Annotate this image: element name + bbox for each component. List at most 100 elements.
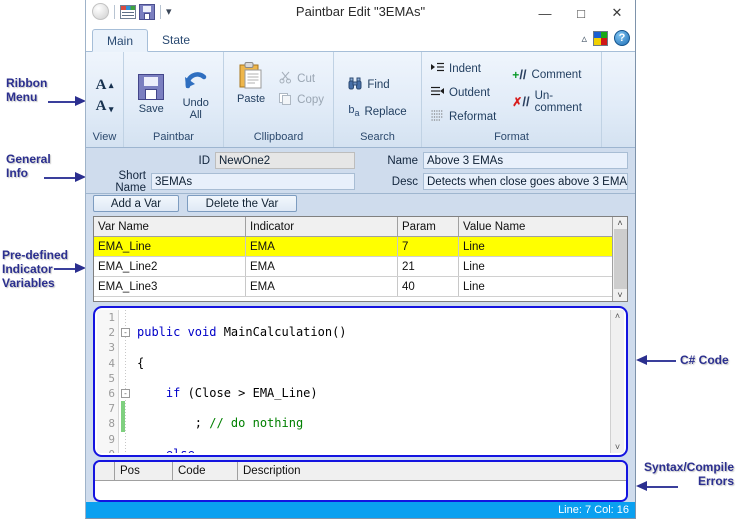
table-row[interactable]: EMA_Line EMA 7 Line [94, 237, 612, 257]
maximize-button[interactable]: □ [563, 0, 599, 26]
column-header-var-name[interactable]: Var Name [94, 217, 246, 236]
tab-state[interactable]: State [148, 28, 204, 51]
uncomment-button-label: Un-comment [534, 89, 582, 114]
paste-button[interactable]: Paste [230, 58, 272, 105]
save-button-label: Save [138, 102, 164, 115]
replace-icon: ba [348, 104, 360, 119]
collapse-ribbon-icon[interactable]: ▵ [581, 32, 587, 45]
indent-button[interactable]: Indent [428, 58, 499, 79]
undo-icon [182, 68, 210, 94]
code-scroll-down-icon[interactable]: ˅ [615, 441, 620, 453]
general-info-panel: ID NewOne2 Name Above 3 EMAs Short Name … [86, 148, 635, 194]
close-button[interactable]: ✕ [599, 0, 635, 26]
copy-button[interactable]: Copy [276, 89, 327, 110]
error-column-header-pos[interactable]: Pos [115, 462, 173, 480]
find-button-label: Find [367, 78, 390, 91]
line-number: 2 [108, 326, 115, 340]
ribbon-group-label-clipboard: Cllipboard [253, 131, 304, 143]
line-number: 4 [108, 356, 115, 370]
code-text-area[interactable]: public void MainCalculation() { if (Clos… [132, 310, 610, 453]
short-name-field[interactable]: 3EMAs [151, 173, 355, 190]
table-scrollbar[interactable]: ˄ ˅ [612, 217, 627, 301]
short-name-label: Short Name [115, 169, 146, 194]
column-header-value-name[interactable]: Value Name [459, 217, 612, 236]
code-scrollbar[interactable]: ˄ ˅ [610, 310, 624, 453]
line-number: 8 [108, 417, 115, 431]
cell-var-name: EMA_Line3 [94, 277, 246, 296]
fold-toggle[interactable]: - [121, 389, 130, 398]
add-var-button[interactable]: Add a Var [93, 195, 179, 212]
errors-header-row: Pos Code Description [95, 462, 626, 481]
line-number: 9 [108, 432, 115, 446]
find-button[interactable]: Find [345, 74, 409, 95]
code-fold-column[interactable]: - - [119, 310, 132, 453]
undo-all-button[interactable]: Undo All [175, 64, 218, 121]
errors-list-body[interactable] [95, 481, 626, 500]
cell-param: 7 [398, 237, 459, 256]
status-bar: Line: 7 Col: 16 [86, 502, 635, 518]
title-bar: ▾ Paintbar Edit "3EMAs" — □ ✕ [86, 0, 635, 28]
uncomment-button[interactable]: ✗// Un-comment [509, 89, 595, 114]
name-field[interactable]: Above 3 EMAs [423, 152, 628, 169]
tab-main[interactable]: Main [92, 29, 149, 52]
comment-button[interactable]: +// Comment [509, 64, 595, 85]
ribbon-group-search: Find ba Replace Search [334, 52, 422, 147]
code-line: ; // do nothing [137, 416, 304, 431]
save-button[interactable]: Save [130, 70, 173, 115]
code-line: if (Close > EMA_Line) [165, 385, 318, 400]
ribbon-group-clipboard: Paste Cut Copy Cllipboard [224, 52, 334, 147]
window-controls: — □ ✕ [527, 0, 635, 26]
ribbon-group-label-view: View [92, 131, 117, 143]
desc-field[interactable]: Detects when close goes above 3 EMAs. [423, 173, 628, 190]
table-row[interactable]: EMA_Line3 EMA 40 Line [94, 277, 612, 297]
code-gutter: 1 2 3 4 5 6 7 8 9 0 [97, 310, 119, 453]
ribbon-group-label-paintbar: Paintbar [153, 131, 194, 143]
font-shrink-icon[interactable]: A ▾ [96, 98, 114, 114]
ribbon-group-label-format: Format [494, 131, 529, 143]
replace-button[interactable]: ba Replace [345, 101, 409, 122]
color-quad-icon[interactable] [593, 30, 608, 46]
cell-indicator: EMA [246, 237, 398, 256]
code-line: else [137, 447, 610, 453]
scroll-down-icon[interactable]: ˅ [617, 289, 622, 301]
error-column-header-description[interactable]: Description [238, 462, 626, 480]
outdent-button[interactable]: Outdent [428, 82, 499, 103]
column-header-param[interactable]: Param [398, 217, 459, 236]
code-scroll-up-icon[interactable]: ˄ [615, 310, 620, 322]
cell-var-name: EMA_Line [94, 237, 246, 256]
line-number: 6 [108, 386, 115, 400]
font-grow-icon[interactable]: A ▴ [96, 77, 114, 92]
table-empty-area [94, 297, 612, 301]
copy-icon [279, 92, 292, 108]
ribbon-group-format: Indent Outdent Reformat +// Comment ✗// … [422, 52, 602, 147]
annotation-ribbon-menu: Ribbon Menu [6, 76, 48, 104]
scrollbar-thumb[interactable] [613, 229, 627, 289]
line-number: 0 [97, 447, 115, 453]
indent-button-label: Indent [449, 62, 481, 75]
annotation-arrow-indicator-variables [54, 263, 86, 274]
delete-var-button[interactable]: Delete the Var [187, 195, 297, 212]
code-editor[interactable]: 1 2 3 4 5 6 7 8 9 0 - - public v [93, 306, 628, 457]
table-row[interactable]: EMA_Line2 EMA 21 Line [94, 257, 612, 277]
indent-icon [431, 62, 444, 76]
outdent-icon [431, 86, 444, 100]
minimize-button[interactable]: — [527, 0, 563, 26]
reformat-button[interactable]: Reformat [428, 106, 499, 127]
fold-toggle[interactable]: - [121, 328, 130, 337]
help-icon[interactable]: ? [614, 30, 630, 46]
ribbon-group-view: A ▴ A ▾ View [86, 52, 124, 147]
scroll-up-icon[interactable]: ˄ [617, 217, 622, 229]
id-field[interactable]: NewOne2 [215, 152, 355, 169]
application-window: ▾ Paintbar Edit "3EMAs" — □ ✕ Main State… [85, 0, 636, 519]
code-line: { [137, 355, 145, 370]
annotation-arrow-csharp-code [636, 355, 676, 366]
error-column-header-code[interactable]: Code [173, 462, 238, 480]
cell-value-name: Line [463, 240, 485, 253]
errors-panel: Pos Code Description [93, 460, 628, 502]
ribbon-toolbar: A ▴ A ▾ View Save Undo All Paintbar Past… [86, 52, 635, 148]
variable-button-bar: Add a Var Delete the Var [86, 193, 635, 214]
cut-button[interactable]: Cut [276, 68, 327, 89]
column-header-indicator[interactable]: Indicator [246, 217, 398, 236]
paste-button-label: Paste [237, 93, 266, 105]
comment-add-icon: +// [512, 67, 527, 82]
